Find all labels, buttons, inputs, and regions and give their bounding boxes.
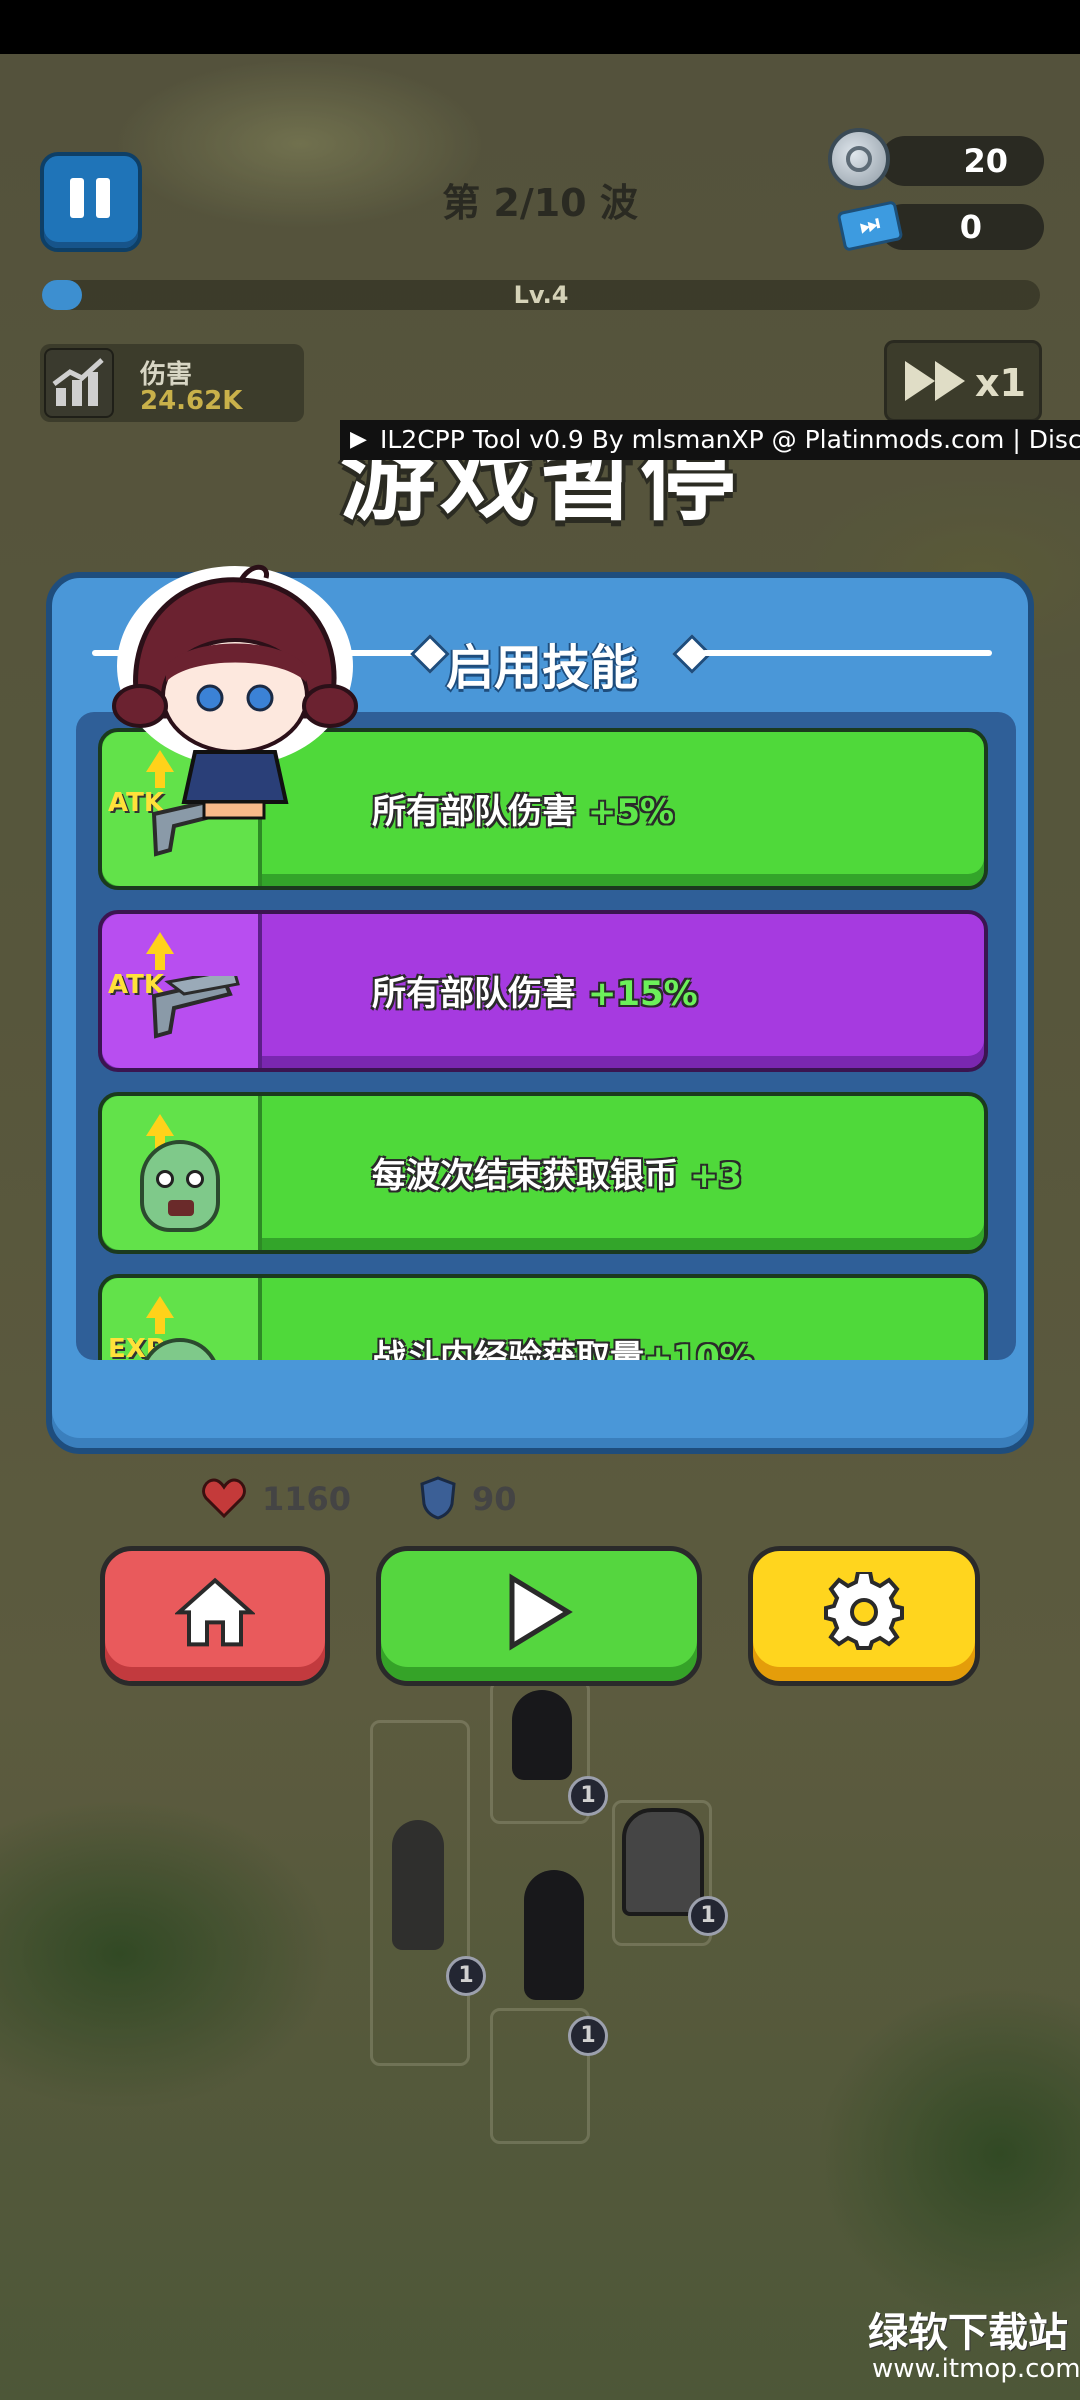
game-speed-button[interactable]: x1 bbox=[884, 340, 1042, 422]
upgrade-arrow-icon bbox=[146, 1296, 174, 1334]
damage-panel[interactable]: 伤害 24.62K bbox=[40, 344, 304, 422]
fast-forward-icon bbox=[905, 361, 965, 401]
skill-icon bbox=[102, 1096, 262, 1250]
skill-icon: EXP bbox=[102, 1278, 262, 1360]
level-progress-bar: Lv.4 bbox=[42, 280, 1040, 310]
skill-bonus: +10% bbox=[644, 1338, 754, 1360]
silver-coin-counter: 20 bbox=[880, 136, 1044, 186]
watermark-brand: 绿软下载站 bbox=[868, 2310, 1068, 2356]
heart-icon bbox=[202, 1478, 246, 1518]
silver-coin-icon bbox=[828, 128, 890, 190]
skill-description: 每波次结束获取银币 +3 bbox=[372, 1156, 742, 1196]
settings-button[interactable] bbox=[748, 1546, 980, 1686]
girl-character-avatar bbox=[112, 564, 358, 820]
watermark-url: www.itmop.com bbox=[872, 2354, 1080, 2384]
hp-value: 1160 bbox=[262, 1480, 352, 1518]
ticket-counter: 0 bbox=[880, 204, 1044, 250]
skill-description: 战斗内经验获取量+10% bbox=[372, 1330, 754, 1360]
skill-item[interactable]: EXP 战斗内经验获取量+10% bbox=[98, 1274, 988, 1360]
pistol-icon bbox=[151, 976, 240, 1039]
level-label: Lv.4 bbox=[513, 281, 569, 309]
skill-description: 所有部队伤害 +5% bbox=[372, 792, 675, 832]
skill-bonus: +15% bbox=[587, 974, 698, 1014]
skill-item[interactable]: 每波次结束获取银币 +3 bbox=[98, 1092, 988, 1254]
gear-icon bbox=[824, 1572, 904, 1650]
damage-value: 24.62K bbox=[140, 386, 243, 416]
pause-button[interactable] bbox=[40, 152, 142, 252]
zombie-head-icon bbox=[140, 1140, 220, 1232]
resume-button[interactable] bbox=[376, 1546, 702, 1686]
play-icon: ▶ bbox=[350, 427, 367, 452]
dialog-title: 启用技能 bbox=[445, 640, 638, 696]
skill-bonus: +5% bbox=[587, 792, 675, 832]
skill-description: 所有部队伤害 +15% bbox=[372, 974, 698, 1014]
wave-counter: 第 2/10 波 bbox=[442, 181, 638, 225]
status-bar bbox=[0, 0, 1080, 54]
mod-tool-banner: ▶ IL2CPP Tool v0.9 By mlsmanXP @ Platinm… bbox=[340, 420, 1080, 460]
skill-icon: ATK bbox=[102, 914, 262, 1068]
home-icon bbox=[175, 1577, 255, 1647]
mod-tool-banner-text: IL2CPP Tool v0.9 By mlsmanXP @ Platinmod… bbox=[380, 425, 1080, 454]
skill-bonus: +3 bbox=[689, 1156, 742, 1196]
upgrade-arrow-icon bbox=[146, 932, 174, 970]
shield-icon bbox=[420, 1476, 456, 1520]
play-icon bbox=[509, 1573, 573, 1651]
shield-value: 90 bbox=[472, 1480, 517, 1518]
game-speed-label: x1 bbox=[975, 361, 1026, 405]
home-button[interactable] bbox=[100, 1546, 330, 1686]
damage-chart-icon bbox=[44, 348, 114, 418]
upgrade-arrow-icon bbox=[146, 1114, 174, 1152]
skill-item[interactable]: ATK 所有部队伤害 +15% bbox=[98, 910, 988, 1072]
